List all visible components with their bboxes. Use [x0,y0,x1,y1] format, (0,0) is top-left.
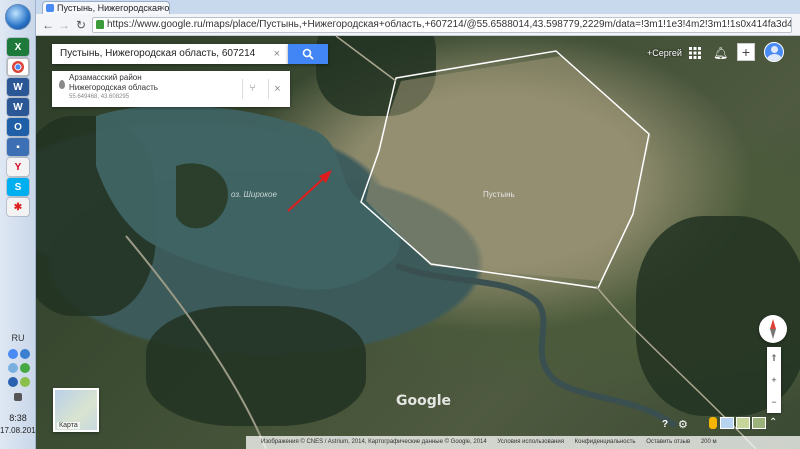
tray-check-icon[interactable] [20,377,30,387]
yandex-icon[interactable]: Y [7,158,29,176]
tray-status-icon[interactable] [20,363,30,373]
road [335,36,397,82]
imagery-thumb[interactable] [720,417,734,429]
back-icon[interactable]: ← [40,17,56,33]
avatar[interactable] [764,42,784,62]
region-text: Нижегородская область [69,83,158,92]
forward-icon[interactable]: → [56,17,72,33]
compass-control[interactable] [759,315,787,343]
minimap-label: Карта [57,422,80,429]
chrome-icon[interactable] [7,58,29,76]
location-pin-icon [59,80,65,89]
tab-bar: Пустынь, Нижегородская о × [36,0,800,14]
satellite-map[interactable]: Пустынь, Нижегородская область, 607214 ×… [36,36,800,449]
close-card-icon[interactable]: × [268,79,286,99]
imagery-strip[interactable] [720,417,766,429]
map-type-toggle[interactable]: Карта [53,388,99,432]
url-text: https://www.google.ru/maps/place/Пустынь… [107,19,792,30]
tab-close-icon[interactable]: × [160,2,165,14]
apps-grid-icon[interactable] [689,47,701,59]
star-app-icon[interactable]: ✱ [7,198,29,216]
privacy-link[interactable]: Конфиденциальность [575,439,636,445]
browser-window: Пустынь, Нижегородская о × ← → ↻ https:/… [36,0,800,449]
tray-network-icon[interactable] [20,349,30,359]
lake-label: оз. Широкое [231,190,277,199]
address-bar[interactable]: https://www.google.ru/maps/place/Пустынь… [92,17,792,33]
zoom-in-button[interactable]: + [767,369,781,391]
tray-bluetooth-icon[interactable] [8,377,18,387]
start-button[interactable] [5,4,31,30]
system-tray: RU 8:38 17.08.2014 [0,331,40,449]
maps-favicon-icon [46,4,54,12]
clock-date[interactable]: 17.08.2014 [0,426,40,435]
help-icon[interactable]: ? [662,419,668,430]
word-icon-2[interactable]: W [7,98,29,116]
district-text: Арзамасский район [69,73,142,82]
windows-taskbar: X W W O ▪ Y S ✱ RU 8:38 17.08.2014 [0,0,40,449]
coordinates-text: 55.649468, 43.608295 [69,94,130,100]
pegman-icon[interactable] [709,417,717,429]
place-info-card: Арзамасский район Нижегородская область … [52,71,290,107]
skype-icon[interactable]: S [7,178,29,196]
notifications-bell-icon[interactable]: 🔔︎ [713,46,728,60]
search-icon [302,48,314,60]
user-name-link[interactable]: +Сергей [647,48,682,58]
excel-icon[interactable]: X [7,38,29,56]
map-footer: Изображения © CNES / Astrium, 2014, Карт… [246,436,800,449]
search-input[interactable]: Пустынь, Нижегородская область, 607214 × [52,44,288,64]
imagery-thumb[interactable] [736,417,750,429]
tray-volume-icon[interactable] [8,363,18,373]
expand-chevron-icon[interactable]: ⌃ [769,417,777,428]
tab-title: Пустынь, Нижегородская о [57,3,170,13]
village-area [366,56,651,281]
feedback-link[interactable]: Оставить отзыв [646,439,690,445]
settings-gear-icon[interactable]: ⚙ [678,418,688,431]
terms-link[interactable]: Условия использования [497,439,564,445]
imagery-thumb[interactable] [752,417,766,429]
zoom-out-button[interactable]: − [767,391,781,413]
google-logo: Google [396,393,452,409]
lock-icon [96,20,104,29]
compass-icon [770,319,776,339]
reload-icon[interactable]: ↻ [73,17,89,33]
browser-tab[interactable]: Пустынь, Нижегородская о × [42,1,170,14]
share-plus-button[interactable]: + [737,43,755,61]
clear-search-icon[interactable]: × [274,44,280,64]
language-indicator[interactable]: RU [0,333,36,343]
search-query-text: Пустынь, Нижегородская область, 607214 [60,48,256,59]
scale-text: 200 м [700,439,717,445]
search-button[interactable] [288,44,328,64]
outlook-icon[interactable]: O [7,118,29,136]
attribution-text: Изображения © CNES / Astrium, 2014, Карт… [261,439,487,445]
word-icon[interactable]: W [7,78,29,96]
tray-info-icon[interactable] [8,349,18,359]
village-label: Пустынь [483,190,515,199]
directions-icon[interactable]: ⑂ [242,79,262,99]
zoom-controls: ⇑ + − [767,347,781,413]
browser-toolbar: ← → ↻ https://www.google.ru/maps/place/П… [36,14,800,36]
tray-signal-icon[interactable] [14,393,22,401]
tilt-icon[interactable]: ⇑ [767,347,781,369]
save-disk-icon[interactable]: ▪ [7,138,29,156]
clock-time[interactable]: 8:38 [0,413,36,423]
